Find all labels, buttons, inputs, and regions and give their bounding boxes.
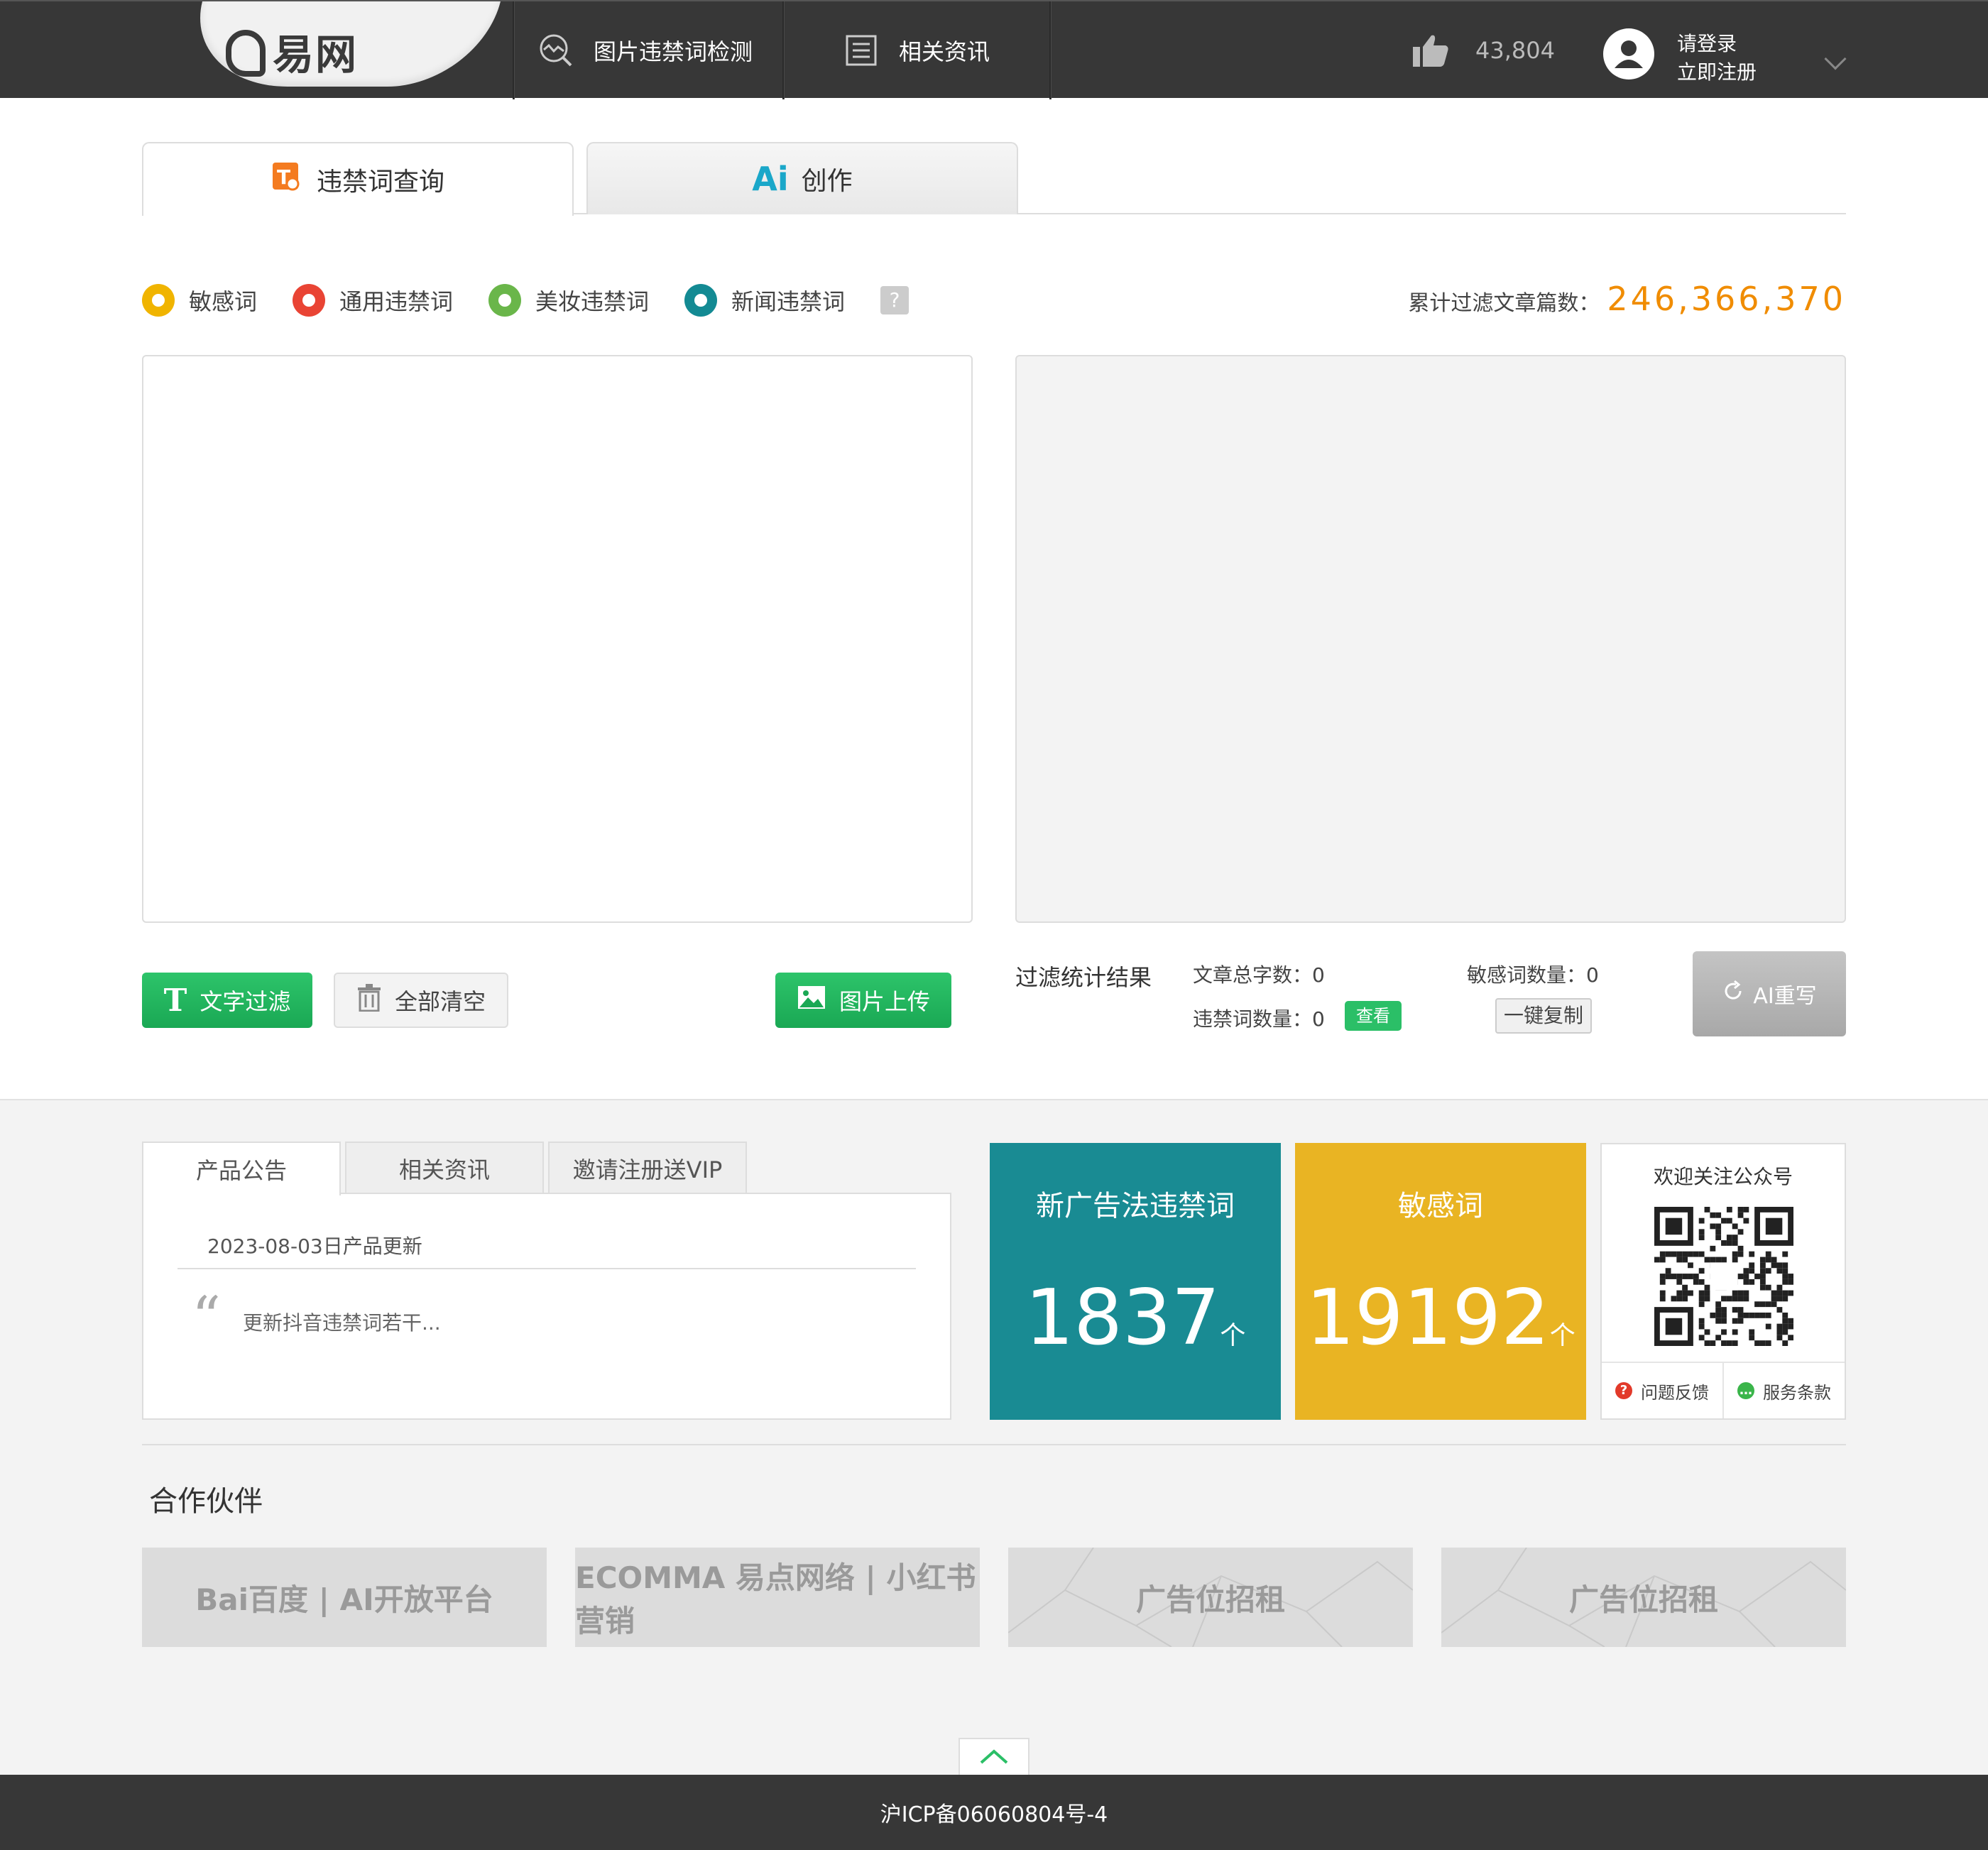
likes-counter[interactable]: 43,804 — [1411, 1, 1555, 99]
ad-law-banned-card[interactable]: 新广告法违禁词 1837个 — [990, 1143, 1281, 1420]
refresh-icon — [1722, 980, 1744, 1008]
user-avatar-icon[interactable] — [1603, 28, 1654, 80]
sensitive-words-count: 19192 — [1306, 1274, 1550, 1362]
legend-label: 新闻违禁词 — [731, 288, 846, 315]
partner-ecomma[interactable]: ECOMMA 易点网络 | 小红书营销 — [575, 1548, 980, 1647]
image-upload-button[interactable]: 图片上传 — [775, 973, 951, 1028]
nav-news[interactable]: 相关资讯 — [843, 1, 990, 99]
partner-ad-slot[interactable]: 广告位招租 — [1441, 1548, 1846, 1647]
feedback-link[interactable]: ? 问题反馈 — [1602, 1363, 1724, 1418]
nav-divider — [1049, 1, 1051, 99]
sensitive-radio[interactable] — [142, 284, 175, 317]
tab-create[interactable]: Ai 创作 — [586, 142, 1018, 214]
tab-related-news[interactable]: 相关资讯 — [345, 1142, 544, 1194]
text-filter-button[interactable]: T 文字过滤 — [142, 973, 312, 1028]
news-banned-radio[interactable] — [684, 284, 718, 317]
partner-baidu[interactable]: Bai百度 | AI开放平台 — [142, 1548, 547, 1647]
total-filtered-count: 246,366,370 — [1607, 280, 1846, 318]
chevron-up-icon — [980, 1749, 1008, 1764]
news-panel — [142, 1193, 951, 1420]
news-content[interactable]: 更新抖音违禁词若干... — [243, 1308, 441, 1336]
text-input-area[interactable] — [142, 355, 973, 923]
cosmetic-banned-radio[interactable] — [488, 284, 522, 317]
qr-code-icon — [1654, 1207, 1793, 1346]
stats-title: 过滤统计结果 — [1015, 964, 1152, 991]
result-output-area — [1015, 355, 1846, 923]
login-link[interactable]: 请登录 — [1677, 30, 1757, 58]
chat-bubble-icon: … — [1737, 1382, 1754, 1399]
quote-icon: “ — [192, 1284, 221, 1350]
banned-count-stat: 违禁词数量：0 — [1193, 1007, 1325, 1031]
legend-label: 通用违禁词 — [339, 288, 454, 315]
wechat-qr-card: 欢迎关注公众号 ? 问题反馈 … 服务条款 — [1600, 1143, 1846, 1420]
logo-mark-icon — [226, 29, 266, 77]
tab-banned-word-query[interactable]: T 违禁词查询 — [142, 142, 574, 216]
register-link[interactable]: 立即注册 — [1677, 58, 1757, 87]
ai-icon: Ai — [752, 160, 789, 198]
terms-link[interactable]: … 服务条款 — [1724, 1363, 1845, 1418]
icp-license[interactable]: 沪ICP备06060804号-4 — [880, 1797, 1108, 1828]
nav-divider — [782, 1, 784, 99]
ai-rewrite-button[interactable]: AI重写 — [1693, 951, 1846, 1036]
nav-divider — [513, 1, 514, 99]
legend-label: 美妆违禁词 — [535, 288, 650, 315]
back-to-top-button[interactable] — [958, 1738, 1030, 1775]
question-icon: ? — [1615, 1382, 1632, 1399]
search-doc-icon: T — [271, 161, 302, 199]
nav-image-check[interactable]: 图片违禁词检测 — [538, 1, 753, 99]
general-banned-radio[interactable] — [293, 284, 326, 317]
thumbs-up-icon — [1411, 31, 1450, 70]
text-t-icon: T — [163, 982, 187, 1019]
help-icon[interactable]: ? — [880, 286, 910, 314]
total-filtered: 累计过滤文章篇数： 246,366,370 — [1408, 280, 1846, 318]
ad-law-banned-count: 1837 — [1025, 1274, 1220, 1362]
image-scan-icon — [538, 33, 574, 68]
section-divider — [142, 1444, 1846, 1445]
site-logo[interactable]: 易网 — [226, 21, 358, 81]
copy-all-button[interactable]: 一键复制 — [1495, 998, 1592, 1034]
tab-invite-vip[interactable]: 邀请注册送VIP — [548, 1142, 747, 1194]
news-doc-icon — [843, 33, 879, 68]
sensitive-count-stat: 敏感词数量：0 — [1467, 963, 1599, 987]
partner-ad-slot[interactable]: 广告位招租 — [1008, 1548, 1413, 1647]
news-divider — [178, 1268, 916, 1269]
tab-product-notice[interactable]: 产品公告 — [142, 1142, 341, 1195]
view-button[interactable]: 查看 — [1345, 1001, 1402, 1031]
legend-label: 敏感词 — [189, 288, 258, 315]
trash-icon — [356, 983, 382, 1017]
chevron-down-icon[interactable] — [1824, 48, 1847, 70]
sensitive-words-card[interactable]: 敏感词 19192个 — [1295, 1143, 1586, 1420]
image-icon — [797, 985, 826, 1016]
clear-all-button[interactable]: 全部清空 — [334, 973, 508, 1028]
word-type-legend: 敏感词 通用违禁词 美妆违禁词 新闻违禁词 ? — [142, 284, 910, 317]
partners-title: 合作伙伴 — [149, 1485, 263, 1518]
news-date-line[interactable]: 2023-08-03日产品更新 — [207, 1231, 422, 1259]
footer: 沪ICP备06060804号-4 — [0, 1775, 1988, 1850]
total-chars-stat: 文章总字数：0 — [1193, 963, 1325, 987]
top-navbar: 易网 图片违禁词检测 相关资讯 43,804 请登录 立即注册 — [0, 0, 1988, 99]
login-block: 请登录 立即注册 — [1677, 30, 1757, 87]
